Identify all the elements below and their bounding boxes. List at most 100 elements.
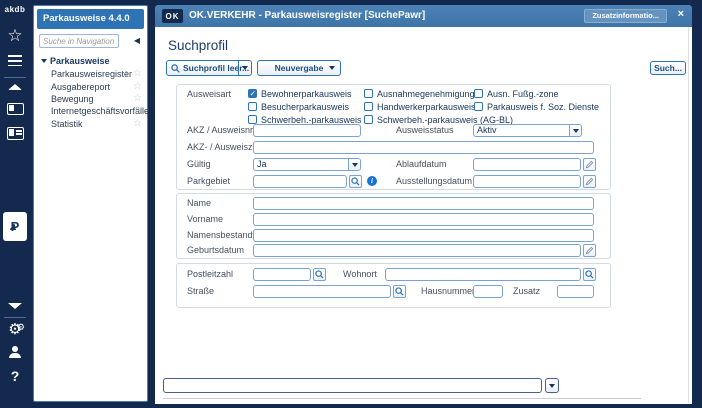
dropdown-arrow-icon[interactable] <box>348 159 360 170</box>
checkbox-box[interactable]: ✓ <box>474 102 483 111</box>
parkgebiet-label: Parkgebiet <box>187 175 230 188</box>
wohnort-label: Wohnort <box>343 268 377 281</box>
geburtsdatum-edit-button[interactable] <box>583 244 596 257</box>
dropdown-arrow-icon[interactable] <box>569 125 581 136</box>
akdb-logo: akdb <box>0 5 30 14</box>
nav-search-input[interactable] <box>39 34 119 48</box>
neuvergabe-dropdown-arrow[interactable] <box>329 66 335 70</box>
checkbox-box[interactable]: ✓ <box>248 115 257 124</box>
checkbox-label: Ausn. Fußg.-zone <box>487 89 559 99</box>
gueltig-label: Gültig <box>187 158 211 171</box>
favorites-star-icon[interactable]: ☆ <box>0 26 30 46</box>
strasse-input[interactable] <box>253 285 391 298</box>
rail-divider <box>4 77 26 78</box>
checkbox-box[interactable]: ✓ <box>248 102 257 111</box>
search-icon <box>171 64 180 75</box>
favorite-star-icon[interactable]: ☆ <box>133 118 142 129</box>
help-icon[interactable]: ? <box>0 368 30 384</box>
checkbox-box[interactable]: ✓ <box>364 115 373 124</box>
vorname-input[interactable] <box>253 213 594 226</box>
id-card-icon[interactable] <box>0 127 30 140</box>
favorite-star-icon[interactable]: ☆ <box>133 105 142 116</box>
close-icon[interactable]: × <box>678 8 684 20</box>
bottom-divider <box>163 398 641 399</box>
ausweisstatus-value: Aktiv <box>477 125 497 136</box>
result-template-combobox[interactable] <box>163 378 542 393</box>
suchprofil-dropdown-arrow[interactable] <box>238 61 251 75</box>
pencil-icon <box>585 177 594 186</box>
pencil-icon <box>585 246 594 255</box>
checkbox-label: Bewohnerparkausweis <box>261 89 352 99</box>
checkbox-ausnahmegenehmigung[interactable]: ✓ Ausnahmegenehmigung <box>364 88 475 99</box>
sidebar-item-ausgabereport[interactable]: Ausgabereport ☆ <box>51 82 143 94</box>
postleitzahl-label: Postleitzahl <box>187 268 233 281</box>
window-titlebar: OK OK.VERKEHR - Parkausweisregister [Suc… <box>155 5 692 27</box>
geburtsdatum-label: Geburtsdatum <box>187 244 244 257</box>
checkbox-bewohnerparkausweis[interactable]: ✓ Bewohnerparkausweis <box>248 88 352 99</box>
checkbox-box[interactable]: ✓ <box>364 102 373 111</box>
ausstellungsdatum-input[interactable] <box>473 175 581 188</box>
favorite-star-icon[interactable]: ☆ <box>133 81 142 92</box>
checkbox-box[interactable]: ✓ <box>364 89 373 98</box>
sidebar-item-statistik[interactable]: Statistik ☆ <box>51 119 143 131</box>
vorname-label: Vorname <box>187 213 223 226</box>
ausweis-group: Ausweisart ✓ Bewohnerparkausweis ✓ Besuc… <box>176 84 611 190</box>
settings-gears-icon[interactable]: ⚙⚙ <box>0 322 30 337</box>
suchprofil-leer-button[interactable]: Suchprofil leer... <box>166 60 252 76</box>
name-label: Name <box>187 197 211 210</box>
tree-root-parkausweise[interactable]: Parkausweise <box>41 56 110 66</box>
info-icon[interactable]: i <box>367 176 377 186</box>
sidebar-item-parkausweisregister[interactable]: Parkausweisregister 1 ☆ <box>51 69 143 81</box>
favorite-star-icon[interactable]: ☆ <box>133 68 142 79</box>
rail-divider <box>4 317 26 318</box>
window-title: OK.VERKEHR - Parkausweisregister [SucheP… <box>189 5 425 27</box>
geburtsdatum-input[interactable] <box>253 244 581 257</box>
sidebar-item-bewegung[interactable]: Bewegung ☆ <box>51 94 143 106</box>
ablaufdatum-input[interactable] <box>473 158 581 171</box>
checkbox-ausn-fussg-zone[interactable]: ✓ Ausn. Fußg.-zone <box>474 88 559 99</box>
ausweisstatus-select[interactable]: Aktiv <box>473 124 582 137</box>
gueltig-value: Ja <box>257 159 267 170</box>
zusatz-input[interactable] <box>557 285 594 298</box>
neuvergabe-button[interactable]: Neuvergabe <box>257 60 341 76</box>
tree-item-label: Bewegung <box>51 94 94 104</box>
sidebar-item-internetgeschaeftsvorfaelle[interactable]: Internetgeschäftsvorfälle ☆ <box>51 106 143 118</box>
parking-p-glyph: P <box>11 219 20 234</box>
akz-ausweiszusatz-input[interactable] <box>253 141 594 154</box>
gueltig-select[interactable]: Ja <box>253 158 361 171</box>
strasse-search-button[interactable] <box>393 285 406 298</box>
tree-expander-icon[interactable] <box>41 59 47 63</box>
checkbox-besucherparkausweis[interactable]: ✓ Besucherparkausweis <box>248 101 349 112</box>
checkbox-label: Besucherparkausweis <box>261 102 349 112</box>
favorite-star-icon[interactable]: ☆ <box>133 93 142 104</box>
user-icon[interactable] <box>0 346 30 358</box>
hausnummer-label: Hausnummer <box>421 285 475 298</box>
checkbox-parkausweis-soz-dienste[interactable]: ✓ Parkausweis f. Soz. Dienste <box>474 101 599 112</box>
result-template-dropdown-arrow[interactable] <box>545 378 559 393</box>
tree-root-label: Parkausweise <box>50 56 110 66</box>
postleitzahl-search-button[interactable] <box>313 268 326 281</box>
wohnort-search-button[interactable] <box>583 268 596 281</box>
menu-list-icon[interactable] <box>0 55 30 66</box>
akz-ausweisnr-input[interactable] <box>253 124 361 137</box>
parkgebiet-search-button[interactable] <box>349 175 362 188</box>
wohnort-input[interactable] <box>385 268 581 281</box>
zusatz-label: Zusatz <box>513 285 540 298</box>
hausnummer-input[interactable] <box>473 285 503 298</box>
checkbox-box[interactable]: ✓ <box>474 89 483 98</box>
chevron-up-icon[interactable] <box>0 84 30 90</box>
postleitzahl-input[interactable] <box>253 268 311 281</box>
name-input[interactable] <box>253 197 594 210</box>
chevron-down-icon[interactable] <box>0 303 30 309</box>
ausstellungsdatum-edit-button[interactable] <box>583 175 596 188</box>
checkbox-box[interactable]: ✓ <box>248 89 257 98</box>
suchen-button[interactable]: Such... <box>650 61 686 75</box>
parkgebiet-input[interactable] <box>253 175 347 188</box>
monitor-icon[interactable] <box>0 103 30 115</box>
collapse-nav-icon[interactable]: ◀ <box>134 36 140 45</box>
checkbox-handwerkerparkausweis[interactable]: ✓ Handwerkerparkausweis <box>364 101 476 112</box>
zusatzinformationen-button[interactable]: Zusatzinformatio... <box>584 9 667 23</box>
ablaufdatum-edit-button[interactable] <box>583 158 596 171</box>
namensbestandteil-input[interactable] <box>253 229 594 242</box>
parkausweise-module-icon[interactable]: P <box>3 212 27 241</box>
